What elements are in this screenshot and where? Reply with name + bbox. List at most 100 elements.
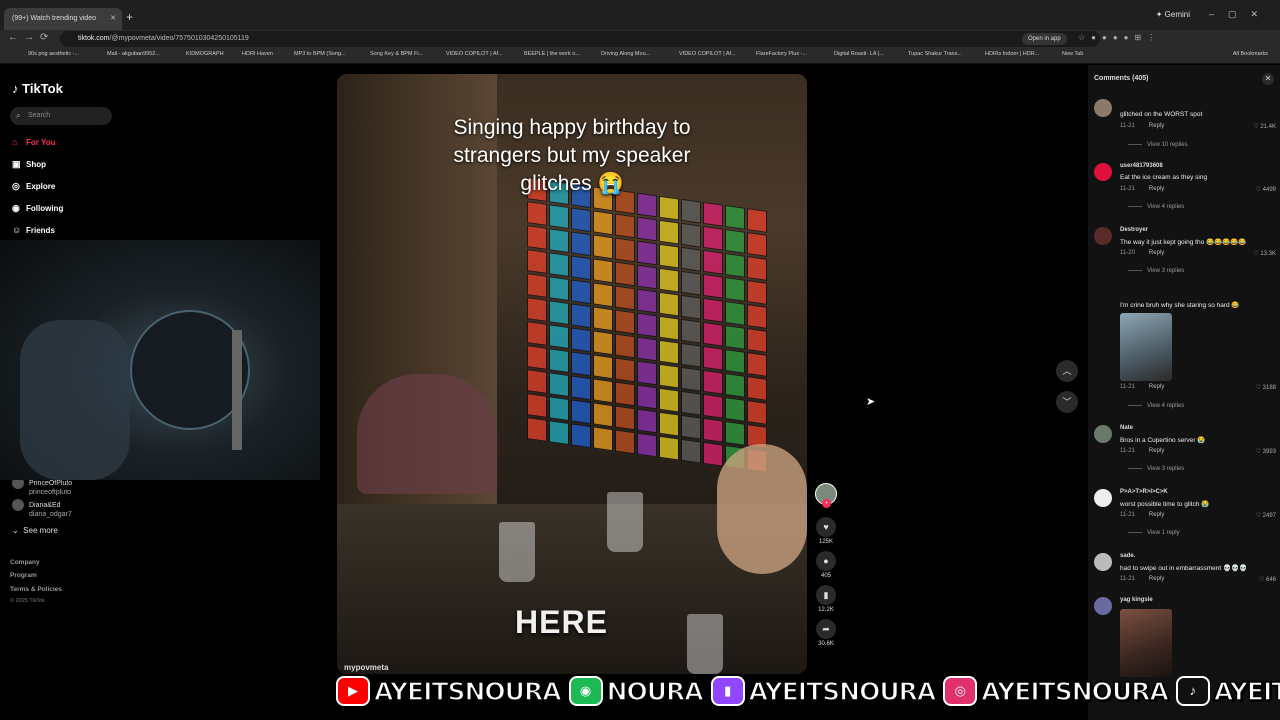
reply-button[interactable]: Reply <box>1149 576 1164 582</box>
nav-friends[interactable]: ☺ Friends <box>12 223 55 237</box>
close-comments-button[interactable]: ✕ <box>1262 73 1274 85</box>
tile <box>703 369 723 395</box>
save-button[interactable]: ▮ 12.2K <box>814 585 838 613</box>
bookmark-item[interactable]: Tupac Shakur Trans... <box>908 51 962 57</box>
bookmark-item[interactable]: MP3 to BPM (Song... <box>294 51 346 57</box>
comment-image[interactable] <box>1120 313 1172 381</box>
nav-explore[interactable]: ◎ Explore <box>12 179 55 193</box>
see-more-button[interactable]: ⌄ See more <box>12 526 58 535</box>
window-controls[interactable]: –▢✕ <box>1209 9 1272 20</box>
avatar[interactable] <box>1094 597 1112 615</box>
tile <box>637 432 657 458</box>
avatar[interactable] <box>1094 425 1112 443</box>
extension-icons[interactable]: ☆●●●●⊞⋮ <box>1078 33 1161 42</box>
new-tab-button[interactable]: + <box>126 10 133 24</box>
comment-likes[interactable]: ♡ 2497 <box>1256 512 1276 519</box>
tile <box>659 339 679 365</box>
view-replies[interactable]: View 1 reply <box>1128 530 1180 536</box>
bookmarks-bar: 90s png aesthetic -... Mail - akguban995… <box>0 48 1280 64</box>
bookmark-item[interactable]: New Tab <box>1062 51 1083 57</box>
comment-user[interactable]: Nate <box>1120 425 1133 431</box>
nav-buttons[interactable]: ←→⟳ <box>8 32 54 43</box>
view-replies[interactable]: View 10 replies <box>1128 142 1188 148</box>
follow-plus-icon[interactable]: + <box>822 499 831 508</box>
reply-button[interactable]: Reply <box>1149 448 1164 454</box>
reply-button[interactable]: Reply <box>1149 512 1164 518</box>
comment-meta: 11-21 Reply <box>1120 512 1164 518</box>
bookmark-item[interactable]: FlareFactory Plus -... <box>756 51 807 57</box>
browser-tab[interactable]: (99+) Watch trending video ✕ <box>4 8 122 30</box>
avatar[interactable] <box>1094 227 1112 245</box>
comment-count: 405 <box>820 573 831 579</box>
footer-link[interactable]: Program <box>10 572 37 579</box>
reply-button[interactable]: Reply <box>1149 384 1164 390</box>
bookmark-item[interactable]: Driving Along Mou... <box>601 51 650 57</box>
search-input[interactable]: ⌕ Search <box>10 107 112 125</box>
reply-button[interactable]: Reply <box>1149 123 1164 129</box>
bookmark-item[interactable]: 90s png aesthetic -... <box>28 51 79 57</box>
tile <box>659 363 679 389</box>
bookmark-item[interactable]: Mail - akguban9952... <box>107 51 160 57</box>
comment-user[interactable]: P>A>T>R>I>C>K <box>1120 489 1168 495</box>
nav-shop[interactable]: ▣ Shop <box>12 157 46 171</box>
chevron-up-icon: ︿ <box>1062 366 1072 376</box>
view-replies[interactable]: View 4 replies <box>1128 403 1184 409</box>
comment-likes[interactable]: ♡ 646 <box>1259 576 1276 583</box>
reply-button[interactable]: Reply <box>1149 250 1164 256</box>
comment-user[interactable]: sade. <box>1120 553 1135 559</box>
bookmark-item[interactable]: Digital Roasti- LA |... <box>834 51 884 57</box>
previous-video-button[interactable]: ︿ <box>1056 360 1078 382</box>
tile <box>725 372 745 398</box>
open-in-app-button[interactable]: Open in app <box>1022 33 1067 45</box>
spotify-icon: ◉ <box>568 676 603 706</box>
view-replies[interactable]: View 4 replies <box>1128 204 1184 210</box>
address-bar[interactable]: tiktok.com/@mypovmeta/video/757501030425… <box>60 31 1100 47</box>
avatar[interactable] <box>1094 163 1112 181</box>
bookmark-item[interactable]: HDRIs Indoor | HDR... <box>985 51 1039 57</box>
share-button[interactable]: ➦ 30.6K <box>814 619 838 647</box>
like-button[interactable]: ♥ 125K <box>814 517 838 545</box>
nav-following[interactable]: ◉ Following <box>12 201 63 215</box>
bookmark-item[interactable]: BEEPLE | the work o... <box>524 51 580 57</box>
comment-likes[interactable]: ♡ 4499 <box>1256 186 1276 193</box>
avatar[interactable] <box>1094 293 1112 311</box>
tile <box>681 198 701 224</box>
video-player[interactable]: Singing happy birthday to strangers but … <box>337 74 807 674</box>
bookmark-item[interactable]: VIDEO COPILOT | Af... <box>446 51 503 57</box>
comment-text: worst possible time to glitch 😭 <box>1120 501 1210 508</box>
bookmark-item[interactable]: VIDEO COPILOT | Af... <box>679 51 736 57</box>
avatar[interactable] <box>1094 99 1112 117</box>
avatar[interactable] <box>1094 489 1112 507</box>
following-account[interactable]: Diana&Ed diana_odgar7 <box>12 499 72 518</box>
footer-link[interactable]: Company <box>10 559 40 566</box>
creator-avatar[interactable]: + <box>814 483 838 508</box>
bookmark-item[interactable]: HDRI Haven <box>242 51 273 57</box>
close-tab-icon[interactable]: ✕ <box>110 8 116 30</box>
tiktok-icon: ♪ <box>1175 676 1210 706</box>
view-replies[interactable]: View 3 replies <box>1128 466 1184 472</box>
comment-likes[interactable]: ♡ 13.3K <box>1253 250 1276 257</box>
comment-likes[interactable]: ♡ 3993 <box>1256 448 1276 455</box>
bookmark-item[interactable]: KIDMOGRAPH <box>186 51 224 57</box>
webcam-overlay <box>0 240 320 480</box>
comment-button[interactable]: ● 405 <box>814 551 838 579</box>
tile <box>549 372 569 398</box>
tiktok-logo[interactable]: ♪ TikTok <box>12 81 63 96</box>
all-bookmarks[interactable]: All Bookmarks <box>1233 51 1268 57</box>
comment-user[interactable]: Destroyer <box>1120 227 1148 233</box>
nav-for-you[interactable]: ⌂ For You <box>12 135 55 149</box>
comment-user[interactable]: yag kingsle <box>1120 597 1153 603</box>
footer-link[interactable]: Terms & Policies <box>10 586 62 593</box>
video-author[interactable]: mypovmeta <box>344 663 388 672</box>
tile <box>571 399 591 425</box>
gemini-button[interactable]: ✦ Gemini <box>1156 10 1190 19</box>
comment-user[interactable]: user481793608 <box>1120 163 1163 169</box>
avatar[interactable] <box>1094 553 1112 571</box>
comment-likes[interactable]: ♡ 21.4K <box>1253 123 1276 130</box>
comment-image[interactable] <box>1120 609 1172 677</box>
reply-button[interactable]: Reply <box>1149 186 1164 192</box>
comment-likes[interactable]: ♡ 3188 <box>1256 384 1276 391</box>
bookmark-item[interactable]: Song Key & BPM Fi... <box>370 51 423 57</box>
view-replies[interactable]: View 3 replies <box>1128 268 1184 274</box>
next-video-button[interactable]: ﹀ <box>1056 391 1078 413</box>
